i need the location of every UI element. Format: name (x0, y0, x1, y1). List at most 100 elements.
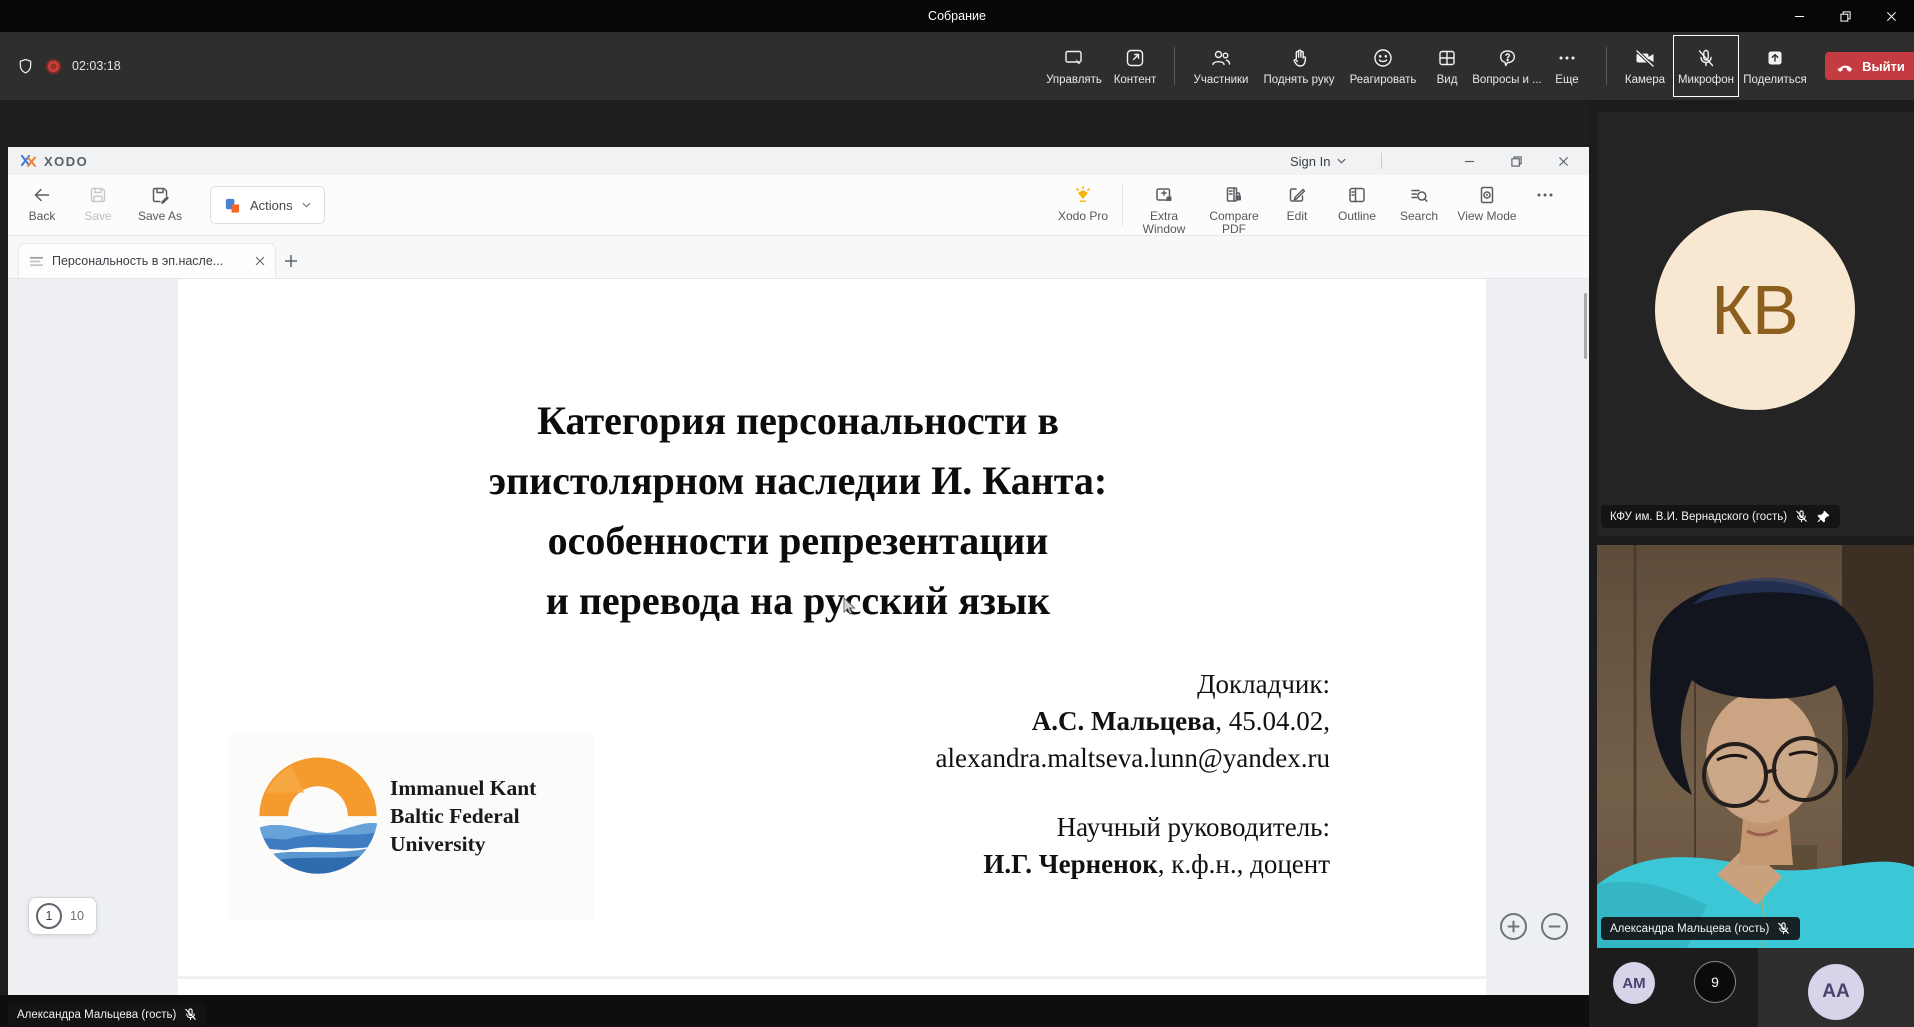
participants-icon (1210, 47, 1232, 69)
xodo-restore-icon[interactable] (1493, 147, 1540, 175)
questions-button[interactable]: Вопросы и ... (1469, 35, 1545, 97)
save-button[interactable]: Save (76, 175, 120, 235)
titlebar-divider (1381, 153, 1382, 169)
more-button[interactable]: Еще (1545, 35, 1589, 97)
chevron-down-icon (1337, 158, 1346, 164)
recording-icon (45, 58, 62, 75)
view-grid-icon (1436, 47, 1458, 69)
search-icon (1409, 185, 1429, 205)
back-button[interactable]: Back (22, 175, 62, 235)
xodo-titlebar: XODO Sign In (8, 147, 1589, 175)
participant-avatar-am[interactable]: AM (1613, 962, 1655, 1004)
participant-tile-aa[interactable]: AA (1758, 948, 1914, 1027)
total-pages: 10 (70, 909, 84, 923)
xodo-toolbar-right: Xodo Pro Extra Window Compare PDF Edit (1050, 175, 1565, 235)
xodo-tabbar: Персональность в эп.насле... (8, 236, 1589, 279)
content-button[interactable]: Контент (1106, 35, 1164, 97)
zoom-controls (1500, 913, 1568, 940)
view-button[interactable]: Вид (1425, 35, 1469, 97)
university-logo-icon (254, 750, 382, 878)
xodo-brand: XODO (20, 153, 88, 169)
react-button[interactable]: Реагировать (1341, 35, 1425, 97)
teams-titlebar: Собрание (0, 0, 1914, 32)
outline-panel-icon (1347, 185, 1367, 205)
mic-off-icon (1776, 921, 1791, 936)
back-arrow-icon (32, 185, 52, 205)
compare-pdf-icon (1224, 185, 1244, 205)
plus-icon (284, 254, 298, 268)
zoom-out-button[interactable] (1541, 913, 1568, 940)
pdf-viewport[interactable]: Категория персональности в эпистолярном … (8, 279, 1589, 995)
compare-pdf-button[interactable]: Compare PDF (1199, 175, 1269, 235)
save-as-button[interactable]: Save As (134, 175, 186, 235)
save-as-icon (150, 185, 170, 205)
tab-title: Персональность в эп.насле... (52, 254, 247, 268)
mic-off-icon (1794, 509, 1809, 524)
mouse-cursor (843, 597, 857, 617)
participant-tile-kb[interactable]: КВ КФУ им. В.И. Вернадского (гость) (1597, 112, 1914, 536)
xodo-logo-icon (20, 153, 38, 169)
shield-icon (16, 57, 35, 76)
share-up-icon (1764, 47, 1786, 69)
participants-sidebar: КВ КФУ им. В.И. Вернадского (гость) (1589, 100, 1914, 1027)
xodo-window: XODO Sign In Back Save (8, 147, 1589, 995)
close-icon[interactable] (1868, 0, 1914, 32)
document-tab[interactable]: Персональность в эп.насле... (18, 243, 276, 278)
new-tab-button[interactable] (276, 243, 306, 278)
xodo-more-button[interactable] (1525, 175, 1565, 235)
scrollbar-thumb[interactable] (1584, 293, 1587, 359)
camera-button[interactable]: Камера (1617, 35, 1673, 97)
university-logo-text: Immanuel Kant Baltic Federal University (390, 774, 536, 858)
share-button[interactable]: Поделиться (1739, 35, 1811, 97)
mic-button[interactable]: Микрофон (1673, 35, 1739, 97)
hangup-icon (1837, 58, 1854, 75)
participant-video-tile[interactable]: Александра Мальцева (гость) (1597, 545, 1914, 948)
presenter-name-chip: Александра Мальцева (гость) (8, 1003, 207, 1026)
camera-off-icon (1634, 47, 1656, 69)
search-button[interactable]: Search (1389, 175, 1449, 235)
xodo-close-icon[interactable] (1540, 147, 1587, 175)
minimize-icon[interactable] (1776, 0, 1822, 32)
share-bottom-strip (0, 995, 1589, 1027)
view-mode-icon (1477, 185, 1497, 205)
sign-in-button[interactable]: Sign In (1290, 147, 1346, 175)
meeting-timer: 02:03:18 (72, 59, 121, 73)
actions-button[interactable]: Actions (210, 186, 325, 224)
manage-button[interactable]: Управлять (1042, 35, 1106, 97)
xodo-window-controls (1446, 147, 1587, 175)
share-content-icon (1124, 47, 1146, 69)
xodo-toolbar-left: Back Save Save As Actions (22, 175, 325, 235)
react-smiley-icon (1372, 47, 1394, 69)
tab-close-icon[interactable] (255, 256, 265, 266)
screen-share-stage: XODO Sign In Back Save (0, 100, 1589, 1027)
toolbar-divider (1606, 47, 1607, 85)
leave-button[interactable]: Выйти (1825, 52, 1914, 80)
xodo-minimize-icon[interactable] (1446, 147, 1493, 175)
view-mode-button[interactable]: View Mode (1449, 175, 1525, 235)
document-icon (29, 256, 44, 267)
zoom-in-button[interactable] (1500, 913, 1527, 940)
raise-hand-icon (1288, 47, 1310, 69)
meeting-status: 02:03:18 (16, 32, 121, 100)
participants-button[interactable]: Участники (1185, 35, 1257, 97)
extra-window-button[interactable]: Extra Window (1129, 175, 1199, 235)
toolbar-divider (1174, 47, 1175, 85)
edit-button[interactable]: Edit (1269, 175, 1325, 235)
edit-pencil-icon (1287, 185, 1307, 205)
page-indicator[interactable]: 1 10 (28, 897, 97, 935)
manage-screen-icon (1063, 47, 1085, 69)
meeting-actions-group: Управлять Контент Участники Поднять руку… (1042, 32, 1589, 100)
xodo-pro-button[interactable]: Xodo Pro (1050, 175, 1116, 235)
xodo-toolbar: Back Save Save As Actions (8, 175, 1589, 236)
participant-name-chip: Александра Мальцева (гость) (1601, 917, 1800, 940)
participant-avatar-aa: AA (1808, 964, 1864, 1020)
outline-button[interactable]: Outline (1325, 175, 1389, 235)
participant-name-chip: КФУ им. В.И. Вернадского (гость) (1601, 505, 1840, 528)
raise-hand-button[interactable]: Поднять руку (1257, 35, 1341, 97)
participants-overflow-count[interactable]: 9 (1694, 961, 1736, 1003)
ellipsis-icon (1535, 185, 1555, 205)
speaker-email: alexandra.maltseva.lunn@yandex.ru (936, 740, 1330, 777)
avatar: КВ (1655, 210, 1855, 410)
restore-icon[interactable] (1822, 0, 1868, 32)
slide-title: Категория персональности в эпистолярном … (328, 391, 1268, 631)
